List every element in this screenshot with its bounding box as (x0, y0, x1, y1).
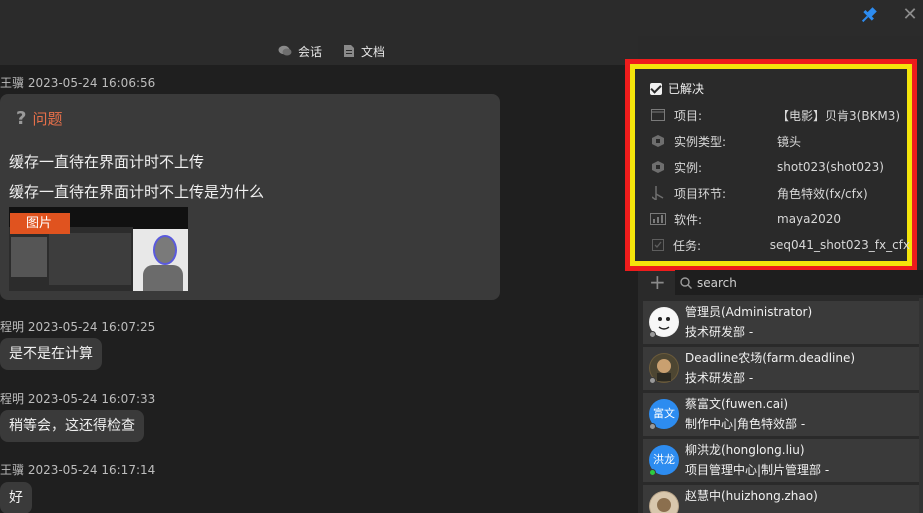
message-bubble: 是不是在计算 (0, 338, 102, 370)
status-dot (649, 423, 656, 430)
message-bubble: 稍等会，这还得检查 (0, 410, 144, 442)
member-name: 柳洪龙(honglong.liu) (685, 443, 805, 457)
status-dot (649, 469, 656, 476)
tab-bar: 会话 文档 (0, 36, 638, 65)
ticket-info-highlight: 已解决 项目: 【电影】贝肯3(BKM3) 实例类型: 镜头 实例: shot0… (625, 59, 917, 271)
member-item[interactable]: 富文 蔡富文(fuwen.cai) 制作中心|角色特效部 - (643, 393, 919, 436)
question-card[interactable]: ? 问题 缓存一直待在界面计时不上传 缓存一直待在界面计时不上传是为什么 图片 (0, 94, 500, 300)
member-department: 项目管理中心|制片管理部 - (685, 463, 830, 477)
question-title: 问题 (32, 110, 63, 128)
image-tag: 图片 (10, 213, 70, 234)
avatar (649, 491, 679, 513)
tab-chat-label: 会话 (298, 44, 323, 59)
message-meta: 王骥 2023-05-24 16:17:14 (0, 463, 156, 477)
info-row-project: 项目: 【电影】贝肯3(BKM3) (650, 105, 910, 125)
info-row-task: 任务: seq041_shot023_fx_cfx (650, 235, 910, 255)
message-bubble: 好 (0, 482, 32, 513)
member-item[interactable]: 管理员(Administrator) 技术研发部 - (643, 301, 919, 344)
member-item[interactable]: Deadline农场(farm.deadline) 技术研发部 - (643, 347, 919, 390)
search-placeholder: search (697, 275, 737, 290)
chat-area[interactable]: 王骥 2023-05-24 16:06:56 ? 问题 缓存一直待在界面计时不上… (0, 65, 638, 513)
ticket-info-panel: 已解决 项目: 【电影】贝肯3(BKM3) 实例类型: 镜头 实例: shot0… (635, 69, 910, 261)
cube-icon (650, 133, 666, 149)
member-department: 技术研发部 - (685, 325, 754, 339)
chat-icon (278, 45, 292, 56)
add-member-icon[interactable]: + (649, 272, 666, 292)
tab-chat[interactable]: 会话 (278, 41, 322, 61)
question-mark-icon: ? (16, 108, 27, 129)
resolved-label: 已解决 (668, 82, 705, 96)
window-icon (650, 107, 666, 123)
close-icon[interactable]: ✕ (899, 4, 921, 26)
bar-chart-icon (650, 211, 666, 227)
question-line: 缓存一直待在界面计时不上传 (9, 153, 205, 171)
member-item[interactable]: 赵慧中(huizhong.zhao) (643, 485, 919, 513)
search-icon (680, 276, 692, 289)
pin-icon[interactable] (858, 4, 880, 26)
info-row-project-stage: 项目环节: 角色特效(fx/cfx) (650, 183, 910, 203)
info-row-software: 软件: maya2020 (650, 209, 910, 229)
member-department: 技术研发部 - (685, 371, 754, 385)
tab-document[interactable]: 文档 (343, 41, 385, 61)
status-dot (649, 377, 656, 384)
member-list-scrollbar[interactable] (919, 298, 923, 513)
member-name: 蔡富文(fuwen.cai) (685, 397, 789, 411)
member-name: 赵慧中(huizhong.zhao) (685, 489, 818, 503)
info-row-instance-type: 实例类型: 镜头 (650, 131, 910, 151)
tab-document-label: 文档 (361, 44, 386, 59)
cube-icon (650, 159, 666, 175)
question-line: 缓存一直待在界面计时不上传是为什么 (9, 183, 265, 201)
checkbox-icon (650, 237, 665, 253)
message-meta: 程明 2023-05-24 16:07:25 (0, 320, 156, 334)
app-window: ✕ 会话 文档 王骥 2023-05-24 16:06:56 ? 问题 缓存一直… (0, 0, 923, 513)
checkbox-icon (650, 82, 662, 95)
document-icon (344, 45, 354, 57)
member-name: 管理员(Administrator) (685, 305, 813, 319)
info-row-instance: 实例: shot023(shot023) (650, 157, 910, 177)
status-dot (649, 331, 656, 338)
member-search-input[interactable]: search (675, 270, 923, 295)
member-item[interactable]: 洪龙 柳洪龙(honglong.liu) 项目管理中心|制片管理部 - (643, 439, 919, 482)
member-name: Deadline农场(farm.deadline) (685, 351, 856, 365)
title-bar: ✕ (0, 0, 923, 36)
message-meta: 程明 2023-05-24 16:07:33 (0, 392, 156, 406)
message-meta: 王骥 2023-05-24 16:06:56 (0, 76, 156, 90)
resolved-checkbox[interactable]: 已解决 (650, 80, 704, 97)
member-department: 制作中心|角色特效部 - (685, 417, 806, 431)
question-header: ? 问题 (16, 108, 62, 129)
branch-icon (650, 185, 666, 201)
